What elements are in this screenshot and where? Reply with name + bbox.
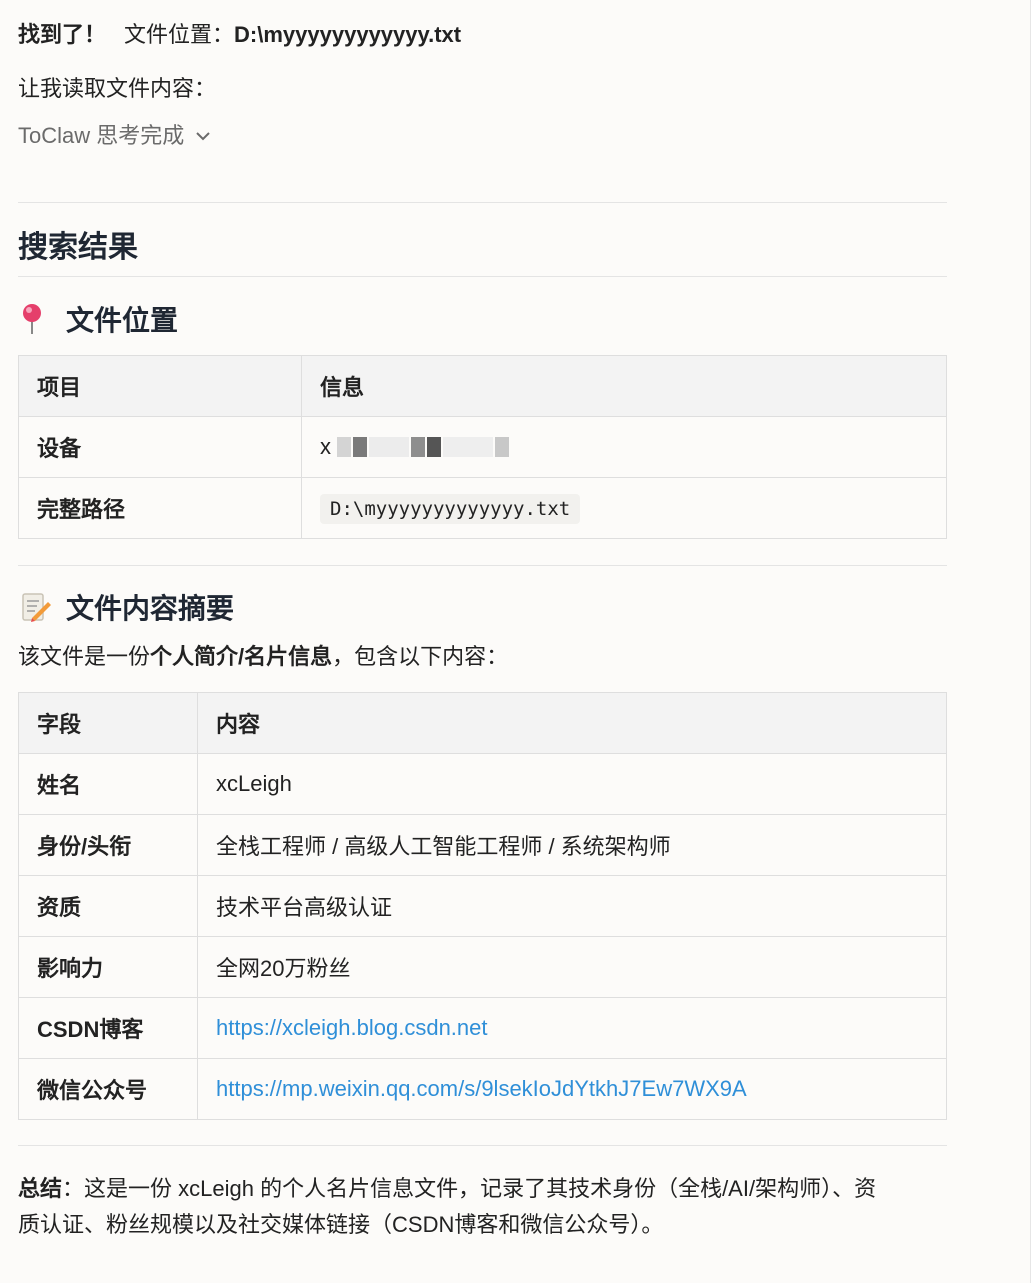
found-label: 找到了！ xyxy=(18,22,107,47)
table-row: 完整路径 D:\myyyyyyyyyyyyy.txt xyxy=(18,477,947,539)
intro-text: 该文件是一份 xyxy=(18,644,151,669)
path-code: D:\myyyyyyyyyyyyy.txt xyxy=(320,494,581,524)
thinking-label: ToClaw 思考完成 xyxy=(18,123,185,148)
location-table: 项目 信息 设备 x 完整路径 D:\myyyyyyyyyyyyy.txt xyxy=(18,355,947,539)
device-text: x xyxy=(320,434,331,459)
table-row: 姓名 xcLeigh xyxy=(18,753,947,815)
location-heading: 文件位置 xyxy=(18,300,178,342)
row-value: https://mp.weixin.qq.com/s/9lsekIoJdYtkh… xyxy=(197,1058,947,1120)
table-row: 资质 技术平台高级认证 xyxy=(18,875,947,937)
row-value: 全栈工程师 / 高级人工智能工程师 / 系统架构师 xyxy=(197,814,947,876)
redacted-block xyxy=(353,437,368,457)
column-header: 字段 xyxy=(18,692,198,754)
chevron-down-icon xyxy=(196,120,210,154)
redacted-block xyxy=(495,437,510,457)
read-file-line: 让我读取文件内容： xyxy=(18,76,217,101)
pushpin-icon xyxy=(18,302,52,336)
row-key: CSDN博客 xyxy=(18,997,198,1059)
row-key: 资质 xyxy=(18,875,198,937)
row-key: 影响力 xyxy=(18,936,198,998)
divider xyxy=(18,1145,947,1146)
summary-title: 文件内容摘要 xyxy=(66,593,235,624)
divider xyxy=(18,565,947,566)
divider xyxy=(18,276,947,277)
memo-icon xyxy=(18,590,52,624)
conclusion: 总结：这是一份 xcLeigh 的个人名片信息文件，记录了其技术身份（全栈/AI… xyxy=(18,1171,898,1243)
redacted-block xyxy=(443,437,494,457)
divider xyxy=(18,202,947,203)
redacted-block xyxy=(337,437,352,457)
redacted-block xyxy=(411,437,426,457)
path-value: D:\myyyyyyyyyyyyy.txt xyxy=(301,477,947,539)
table-row: 身份/头衔 全栈工程师 / 高级人工智能工程师 / 系统架构师 xyxy=(18,814,947,876)
intro-text: ，包含以下内容： xyxy=(332,644,509,669)
table-row: 设备 x xyxy=(18,416,947,478)
table-row: 微信公众号 https://mp.weixin.qq.com/s/9lsekIo… xyxy=(18,1058,947,1120)
found-prefix: 文件位置： xyxy=(124,22,235,47)
row-key: 微信公众号 xyxy=(18,1058,198,1120)
column-header: 信息 xyxy=(301,355,947,417)
intro-bold: 个人简介/名片信息 xyxy=(150,644,333,669)
summary-intro: 该文件是一份个人简介/名片信息，包含以下内容： xyxy=(18,639,508,675)
row-key: 身份/头衔 xyxy=(18,814,198,876)
row-value: https://xcleigh.blog.csdn.net xyxy=(197,997,947,1059)
table-row: 影响力 全网20万粉丝 xyxy=(18,936,947,998)
conclusion-label: 总结 xyxy=(18,1176,63,1201)
wechat-link[interactable]: https://mp.weixin.qq.com/s/9lsekIoJdYtkh… xyxy=(216,1076,747,1101)
thinking-toggle[interactable]: ToClaw 思考完成 xyxy=(18,119,210,154)
section-title: 搜索结果 xyxy=(18,231,138,264)
found-path: D:\myyyyyyyyyyyy.txt xyxy=(234,22,462,47)
column-header: 内容 xyxy=(197,692,947,754)
redacted-block xyxy=(369,437,410,457)
row-key: 设备 xyxy=(18,416,302,478)
summary-heading: 文件内容摘要 xyxy=(18,588,234,630)
row-key: 姓名 xyxy=(18,753,198,815)
table-header-row: 项目 信息 xyxy=(18,355,947,417)
summary-table: 字段 内容 姓名 xcLeigh 身份/头衔 全栈工程师 / 高级人工智能工程师… xyxy=(18,692,947,1120)
device-value: x xyxy=(301,416,947,478)
row-key: 完整路径 xyxy=(18,477,302,539)
row-value: 全网20万粉丝 xyxy=(197,936,947,998)
column-header: 项目 xyxy=(18,355,302,417)
table-header-row: 字段 内容 xyxy=(18,692,947,754)
row-value: 技术平台高级认证 xyxy=(197,875,947,937)
table-row: CSDN博客 https://xcleigh.blog.csdn.net xyxy=(18,997,947,1059)
redacted-block xyxy=(427,437,442,457)
row-value: xcLeigh xyxy=(197,753,947,815)
conclusion-text: ：这是一份 xcLeigh 的个人名片信息文件，记录了其技术身份（全栈/AI/架… xyxy=(18,1176,877,1237)
location-title: 文件位置 xyxy=(66,305,179,336)
found-line: 找到了！ 文件位置：D:\myyyyyyyyyyyy.txt xyxy=(18,18,461,52)
csdn-link[interactable]: https://xcleigh.blog.csdn.net xyxy=(216,1015,488,1040)
